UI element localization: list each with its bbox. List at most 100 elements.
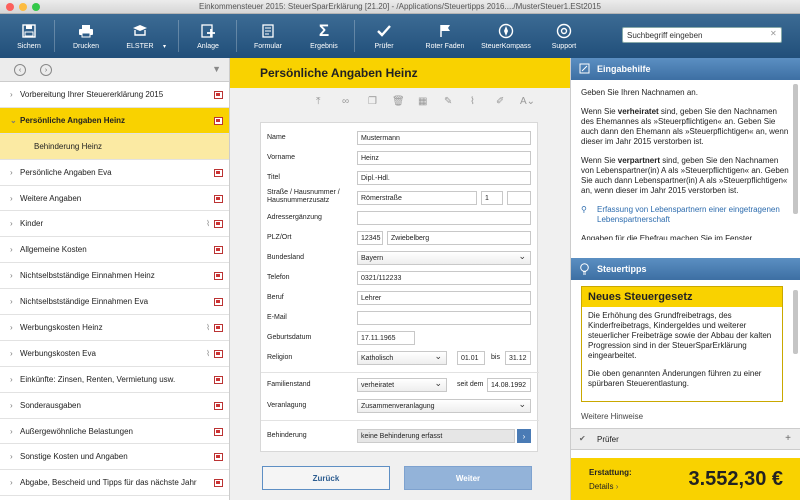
address-addition-field[interactable] (357, 211, 531, 225)
back-button[interactable]: Zurück (262, 466, 390, 490)
sidebar-item[interactable]: Behinderung Heinz (0, 133, 229, 160)
zip-field[interactable]: 12345 (357, 231, 383, 245)
note-icon[interactable]: ✎ (444, 96, 452, 107)
toolbar-label: Sichern (17, 42, 41, 50)
chevron-right-icon: › (10, 374, 13, 384)
forward-nav-button[interactable]: › (40, 64, 52, 76)
search-input[interactable]: Suchbegriff eingeben (622, 27, 782, 43)
marital-status-select[interactable]: verheiratet (357, 378, 447, 392)
toolbar-checker-button[interactable]: Prüfer (366, 14, 402, 58)
sidebar-item[interactable]: › Abgabe, Bescheid und Tipps für das näch… (0, 470, 229, 497)
checker-section-header[interactable]: ✔ Prüfer + (571, 428, 800, 450)
toolbar-elster-button[interactable]: ELSTER ▾ (118, 14, 166, 58)
sidebar-item-label: Weitere Angaben (20, 193, 82, 203)
tips-scrollbar[interactable] (793, 290, 798, 354)
more-hints-link[interactable]: Weitere Hinweise (571, 402, 793, 421)
sidebar-item[interactable]: › Allgemeine Kosten (0, 237, 229, 264)
toolbar-save-button[interactable]: Sichern (10, 14, 48, 58)
help-scrollbar[interactable] (793, 84, 798, 214)
sidebar-item-label: Werbungskosten Eva (20, 348, 96, 358)
clear-search-icon[interactable]: ✕ (770, 29, 777, 38)
link-icon[interactable]: ∞ (342, 96, 349, 107)
help-link[interactable]: Erfassung von Lebenspartnern einer einge… (597, 205, 780, 224)
title-field[interactable]: Dipl.-Hdl. (357, 171, 531, 185)
birthdate-field[interactable]: 17.11.1965 (357, 331, 415, 345)
sidebar-item[interactable]: ⌄ Persönliche Angaben Heinz (0, 107, 229, 134)
spellcheck-icon[interactable]: A⌄ (520, 96, 535, 107)
tip-paragraph: Die oben genannten Änderungen führen zu … (588, 369, 762, 388)
sidebar-item-label: Sonderausgaben (20, 400, 81, 410)
attachment-icon: ⌇ (206, 323, 210, 333)
house-number-field[interactable]: 1 (481, 191, 503, 205)
toolbar-compass-button[interactable]: SteuerKompass (480, 14, 532, 58)
help-link-row[interactable]: ⚲ Erfassung von Lebenspartnern einer ein… (581, 205, 792, 225)
upload-icon[interactable]: ⤒ (316, 96, 320, 107)
delete-icon[interactable]: 🗑 (392, 96, 405, 107)
city-field[interactable]: Zwiebelberg (387, 231, 531, 245)
religion-from-field[interactable]: 01.01 (457, 351, 485, 365)
first-name-field[interactable]: Heinz (357, 151, 531, 165)
calculator-icon[interactable]: ▦ (418, 96, 427, 107)
sidebar-item[interactable]: › Kinder ⌇ (0, 211, 229, 238)
back-nav-button[interactable]: ‹ (14, 64, 26, 76)
title-label: Titel (267, 174, 280, 181)
disability-goto-button[interactable]: › (517, 429, 531, 443)
status-flag-icon (214, 427, 223, 436)
sidebar-item[interactable]: › Vorbereitung Ihrer Steuererklärung 2015 (0, 82, 229, 108)
toolbar-print-button[interactable]: Drucken (66, 14, 106, 58)
religion-select[interactable]: Katholisch (357, 351, 447, 365)
toolbar-roter-faden-button[interactable]: Roter Faden (420, 14, 470, 58)
sidebar-item-label: Einkünfte: Zinsen, Renten, Vermietung us… (20, 374, 176, 384)
sidebar-item[interactable]: › Werbungskosten Eva ⌇ (0, 341, 229, 367)
email-label: E-Mail (267, 314, 287, 321)
sidebar-item[interactable]: › Werbungskosten Heinz ⌇ (0, 315, 229, 341)
sidebar-item[interactable]: › Nichtselbstständige Einnahmen Eva (0, 289, 229, 316)
toolbar-label: SteuerKompass (481, 42, 531, 50)
name-field[interactable]: Mustermann (357, 131, 531, 145)
status-flag-icon (214, 168, 223, 177)
print-icon (78, 23, 94, 39)
house-number-suffix-field[interactable] (507, 191, 531, 205)
add-icon (200, 23, 216, 39)
status-flag-icon (214, 116, 223, 125)
profession-label: Beruf (267, 294, 284, 301)
window-titlebar: Einkommensteuer 2015: SteuerSparErklärun… (0, 0, 800, 14)
copy-icon[interactable]: ❐ (368, 96, 377, 107)
sidebar-item[interactable]: › Sonderausgaben (0, 393, 229, 419)
state-select[interactable]: Bayern (357, 251, 531, 265)
phone-field[interactable]: 0321/112233 (357, 271, 531, 285)
help-paragraph: Angaben für die Ehefrau machen Sie im Fe… (581, 234, 753, 240)
toolbar-label: Prüfer (374, 42, 394, 50)
support-icon (556, 23, 572, 39)
next-button[interactable]: Weiter (404, 466, 532, 490)
assessment-select[interactable]: Zusammenveranlagung (357, 399, 531, 413)
attachment-icon: ⌇ (206, 219, 210, 229)
toolbar-add-button[interactable]: Anlage (190, 14, 226, 58)
filter-icon[interactable]: ▼ (212, 64, 221, 74)
street-field[interactable]: Römerstraße (357, 191, 477, 205)
chevron-right-icon: › (10, 348, 13, 358)
edit-icon[interactable]: ✐ (496, 96, 504, 107)
sidebar-item[interactable]: › Sonstige Kosten und Angaben (0, 444, 229, 471)
tips-section-header[interactable]: Steuertipps (571, 258, 800, 280)
disability-label: Behinderung (267, 432, 307, 439)
religion-to-field[interactable]: 31.12 (505, 351, 531, 365)
sidebar-item[interactable]: › Persönliche Angaben Eva (0, 160, 229, 186)
sidebar-item[interactable]: › Nichtselbstständige Einnahmen Heinz (0, 263, 229, 290)
sidebar-item[interactable]: › Weitere Angaben (0, 186, 229, 212)
toolbar-form-button[interactable]: Formular (248, 14, 288, 58)
marriage-date-field[interactable]: 14.08.1992 (487, 378, 531, 392)
sidebar-item[interactable]: › Außergewöhnliche Belastungen (0, 419, 229, 445)
save-icon (21, 23, 37, 39)
details-link[interactable]: Details › (589, 482, 618, 491)
toolbar-support-button[interactable]: Support (544, 14, 584, 58)
sidebar-item[interactable]: › Einkünfte: Zinsen, Renten, Vermietung u… (0, 367, 229, 393)
expand-icon[interactable]: + (785, 433, 791, 444)
email-field[interactable] (357, 311, 531, 325)
sidebar-nav-list: › Vorbereitung Ihrer Steuererklärung 2015… (0, 82, 229, 497)
help-section-header[interactable]: Eingabehilfe (571, 58, 800, 80)
profession-field[interactable]: Lehrer (357, 291, 531, 305)
attachment-icon[interactable]: ⌇ (470, 96, 475, 107)
toolbar-result-button[interactable]: Σ Ergebnis (304, 14, 344, 58)
toolbar-label: Ergebnis (310, 42, 338, 50)
